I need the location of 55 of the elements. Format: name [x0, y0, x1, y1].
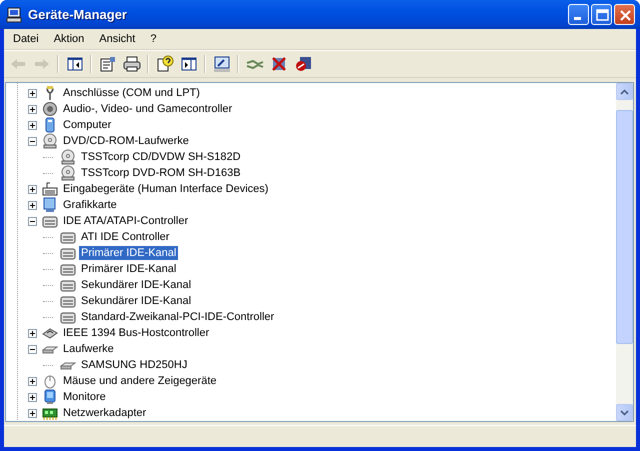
expander[interactable]	[28, 376, 36, 386]
disc-drive-icon	[42, 133, 58, 149]
tree-item[interactable]: Netzwerkadapter	[61, 406, 148, 420]
tree-item[interactable]: Sekundärer IDE-Kanal	[79, 294, 194, 308]
tree-item[interactable]: Primärer IDE-Kanal	[79, 246, 178, 260]
tree-item[interactable]: TSSTcorp DVD-ROM SH-D163B	[79, 166, 243, 180]
tree-item[interactable]: Primärer IDE-Kanal	[79, 262, 178, 276]
tree-item[interactable]: Eingabegeräte (Human Interface Devices)	[61, 182, 270, 196]
scrollbar[interactable]	[616, 83, 633, 421]
computer-icon	[6, 6, 22, 22]
tree-item[interactable]: TSSTcorp CD/DVDW SH-S182D	[79, 150, 243, 164]
tree-item[interactable]: SAMSUNG HD250HJ	[79, 358, 190, 372]
menu-item[interactable]: Datei	[6, 33, 47, 45]
expander[interactable]	[28, 328, 36, 338]
scrollbar-thumb[interactable]	[616, 110, 633, 344]
expander[interactable]	[28, 392, 36, 402]
tree-item[interactable]: Sekundärer IDE-Kanal	[79, 278, 194, 292]
expander[interactable]	[28, 200, 36, 210]
speaker-icon	[42, 101, 58, 117]
expander[interactable]	[28, 184, 36, 194]
keyboard-icon	[42, 181, 58, 197]
maximize-button[interactable]	[591, 4, 612, 25]
expander[interactable]	[28, 136, 36, 146]
disc-drive-icon	[60, 149, 76, 165]
tree-item[interactable]: Standard-Zweikanal-PCI-IDE-Controller	[79, 310, 276, 324]
expander[interactable]	[28, 104, 36, 114]
scroll-down-button[interactable]	[616, 404, 633, 421]
display-adapter-icon	[42, 197, 58, 213]
expander[interactable]	[28, 408, 36, 418]
minimize-icon	[574, 17, 581, 20]
minimize-button[interactable]	[568, 4, 589, 25]
tree-item[interactable]: Grafikkarte	[61, 198, 119, 212]
menu-item[interactable]: Ansicht	[92, 33, 144, 45]
tree-item[interactable]: Monitore	[61, 390, 108, 404]
expander[interactable]	[28, 216, 36, 226]
tree-item[interactable]: Mäuse und andere Zeigegeräte	[61, 374, 218, 388]
tree-item[interactable]: Computer	[61, 118, 114, 132]
tree-item[interactable]: IDE ATA/ATAPI-Controller	[61, 214, 190, 228]
tree-item[interactable]: Anschlüsse (COM und LPT)	[61, 86, 202, 100]
tree-item[interactable]: IEEE 1394 Bus-Hostcontroller	[61, 326, 212, 340]
scroll-up-button[interactable]	[616, 83, 633, 100]
menu-item[interactable]: Aktion	[46, 33, 92, 45]
monitor-icon	[42, 389, 58, 405]
expander[interactable]	[28, 344, 36, 354]
close-button[interactable]	[614, 4, 635, 25]
window-title: Geräte-Manager	[28, 7, 128, 22]
expander[interactable]	[28, 120, 36, 130]
tree-item[interactable]: ATI IDE Controller	[79, 230, 172, 244]
disc-drive-icon	[60, 165, 76, 181]
menu-item[interactable]: ?	[143, 33, 164, 45]
tree-item[interactable]: Audio-, Video- und Gamecontroller	[61, 102, 234, 116]
expander[interactable]	[28, 88, 36, 98]
tree-item[interactable]: Laufwerke	[61, 342, 116, 356]
tree-item[interactable]: DVD/CD-ROM-Laufwerke	[61, 134, 191, 148]
mouse-icon	[42, 373, 58, 389]
